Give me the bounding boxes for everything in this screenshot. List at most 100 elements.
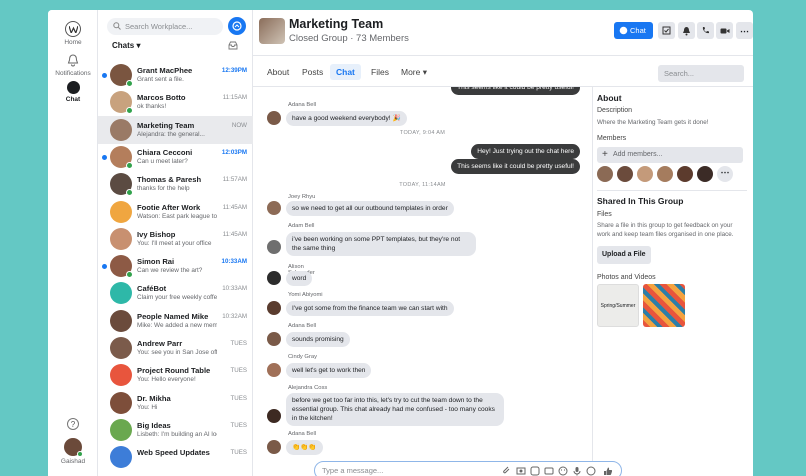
user-profile[interactable]: Gaishad (48, 438, 98, 465)
gif-icon[interactable] (544, 466, 554, 476)
avatar (267, 440, 281, 454)
chat-list-item[interactable]: Ivy Bishop You: I'll meet at your office 1… (98, 225, 253, 253)
chat-preview: Alejandra: the general... (137, 130, 205, 138)
tab-posts[interactable]: Posts (296, 64, 329, 80)
workplace-logo-icon (65, 21, 81, 37)
rail-notifications-label: Notifications (55, 70, 91, 77)
chat-list-item[interactable]: Big IdeasLisbeth: I'm building an AI loo… (98, 416, 253, 444)
chat-time: 10:32AM (222, 312, 247, 320)
upload-file-label: Upload a File (602, 251, 646, 258)
tab-about[interactable]: About (261, 64, 295, 80)
photo-icon[interactable] (516, 466, 526, 476)
tab-more[interactable]: More ▾ (395, 64, 433, 81)
chat-list-item[interactable]: People Named Mike Mike: We added a new me… (98, 307, 253, 335)
group-avatar[interactable] (259, 18, 285, 44)
rail-chat[interactable]: Chat (48, 81, 98, 103)
chat-list-item[interactable]: Dr. Mikha You: Hi TUES (98, 389, 253, 417)
chat-preview: thanks for the help (137, 185, 190, 193)
chat-list-item[interactable]: Andrew ParrYou: see you in San Jose offi… (98, 334, 253, 362)
chat-list-item[interactable]: Web Speed Updates TUES (98, 443, 253, 471)
bell-icon (65, 52, 81, 68)
message-bubble: sounds promising (286, 332, 350, 347)
message-bubble: word (286, 271, 313, 286)
chat-name: Grant MacPhee (137, 66, 193, 75)
rail-home[interactable]: Home (48, 21, 98, 46)
files-description: Share a file in this group to get feedba… (597, 222, 734, 238)
help-button[interactable]: ? (48, 418, 98, 432)
chat-name: Marcos Botto (137, 93, 186, 103)
member-avatar[interactable] (597, 166, 613, 182)
avatar (110, 446, 132, 469)
chat-preview: You: Hello everyone! (137, 376, 196, 384)
chats-dropdown[interactable]: Chats ▾ (112, 41, 140, 50)
audio-call-button[interactable] (697, 22, 714, 39)
chat-preview: You: I'll meet at your office (137, 239, 212, 247)
microphone-icon[interactable] (572, 466, 582, 476)
photo-thumbnail[interactable]: Spring/Summer (597, 284, 639, 327)
chat-time: 11:45AM (222, 230, 247, 238)
message-composer[interactable]: Type a message... (314, 461, 622, 476)
member-avatar[interactable] (617, 166, 633, 182)
member-avatar[interactable] (697, 166, 713, 182)
chat-button[interactable]: Chat (614, 22, 653, 39)
inbox-icon[interactable] (228, 41, 238, 50)
composer-placeholder: Type a message... (322, 466, 384, 475)
chat-list-item[interactable]: Thomas & Paresh thanks for the help 11:57A… (98, 170, 253, 198)
upload-file-button[interactable]: Upload a File (597, 246, 651, 264)
tab-files[interactable]: Files (365, 64, 395, 80)
search-input[interactable]: Search Workplace... (107, 18, 223, 35)
chat-preview: ok thanks! (137, 103, 167, 111)
add-members-input[interactable]: + Add members... (597, 147, 743, 163)
chat-preview: Claim your free weekly coffee! (137, 294, 217, 302)
chat-list-item[interactable]: Project Round Table You: Hello everyone! T… (98, 361, 253, 389)
rail-notifications[interactable]: Notifications (48, 52, 98, 77)
message-sender: Yomi Abiyomi (288, 292, 323, 298)
member-avatar[interactable] (677, 166, 693, 182)
sticker-icon[interactable] (530, 466, 540, 476)
chat-list-item[interactable]: Marcos Botto ok thanks! 11:15AM (98, 88, 253, 116)
tab-chat[interactable]: Chat (330, 64, 361, 80)
unread-dot (102, 154, 107, 160)
checklist-button[interactable] (658, 22, 675, 39)
group-search-input[interactable]: Search... (658, 65, 744, 82)
chat-list-item[interactable]: Simon Rai Can we review the art? 10:33AM (98, 252, 253, 280)
emoji-icon[interactable] (558, 466, 568, 476)
chat-list-item[interactable]: CaféBot Claim your free weekly coffee! 10:… (98, 279, 253, 307)
chat-time: NOW (231, 121, 247, 129)
group-tabs: About Posts Chat Files More ▾ Search... (253, 56, 753, 87)
chat-name: Dr. Mikha (137, 393, 171, 403)
like-icon[interactable] (603, 466, 613, 476)
new-message-button[interactable] (228, 17, 246, 35)
more-options-button[interactable]: ⋯ (736, 22, 753, 39)
photo-thumbnail[interactable] (643, 284, 685, 327)
message-bubble: before we get too far into this, let's t… (286, 393, 504, 426)
chat-name: Marketing Team (137, 120, 195, 130)
chat-list-item[interactable]: Marketing Team Alejandra: the general... N… (98, 115, 253, 144)
chat-time: 11:15AM (222, 94, 247, 102)
member-avatar[interactable] (637, 166, 653, 182)
message-bubble-outgoing: Hey! Just trying out the chat here (471, 144, 580, 159)
avatar (267, 271, 281, 285)
avatar (110, 364, 132, 387)
group-search-placeholder: Search... (664, 69, 695, 78)
money-icon[interactable] (586, 466, 596, 476)
avatar (267, 363, 281, 377)
chat-list-item[interactable]: Grant MacPhee Grant sent a file. 12:39PM (98, 61, 253, 89)
chat-name: Chiara Cecconi (137, 147, 193, 157)
avatar (267, 111, 281, 125)
video-call-button[interactable] (716, 22, 733, 39)
chevron-down-icon: ▾ (136, 41, 141, 50)
chat-list-item[interactable]: Footie After Work Watson: East park leagu… (98, 198, 253, 226)
notifications-button[interactable] (678, 22, 695, 39)
online-indicator (126, 271, 133, 279)
avatar (110, 118, 132, 141)
chat-preview: Can u meet later? (137, 157, 188, 165)
page-title[interactable]: Marketing Team (289, 17, 383, 31)
member-avatar[interactable] (657, 166, 673, 182)
chat-list-item[interactable]: Chiara Cecconi Can u meet later? 12:03PM (98, 143, 253, 171)
chat-name: People Named Mike (137, 311, 209, 321)
timestamp-divider: TODAY, 9:04 AM (399, 130, 446, 136)
attachment-icon[interactable] (502, 466, 512, 476)
message-bubble-outgoing: This seems like it could be pretty usefu… (451, 159, 580, 174)
more-members-button[interactable]: ⋯ (717, 166, 733, 182)
